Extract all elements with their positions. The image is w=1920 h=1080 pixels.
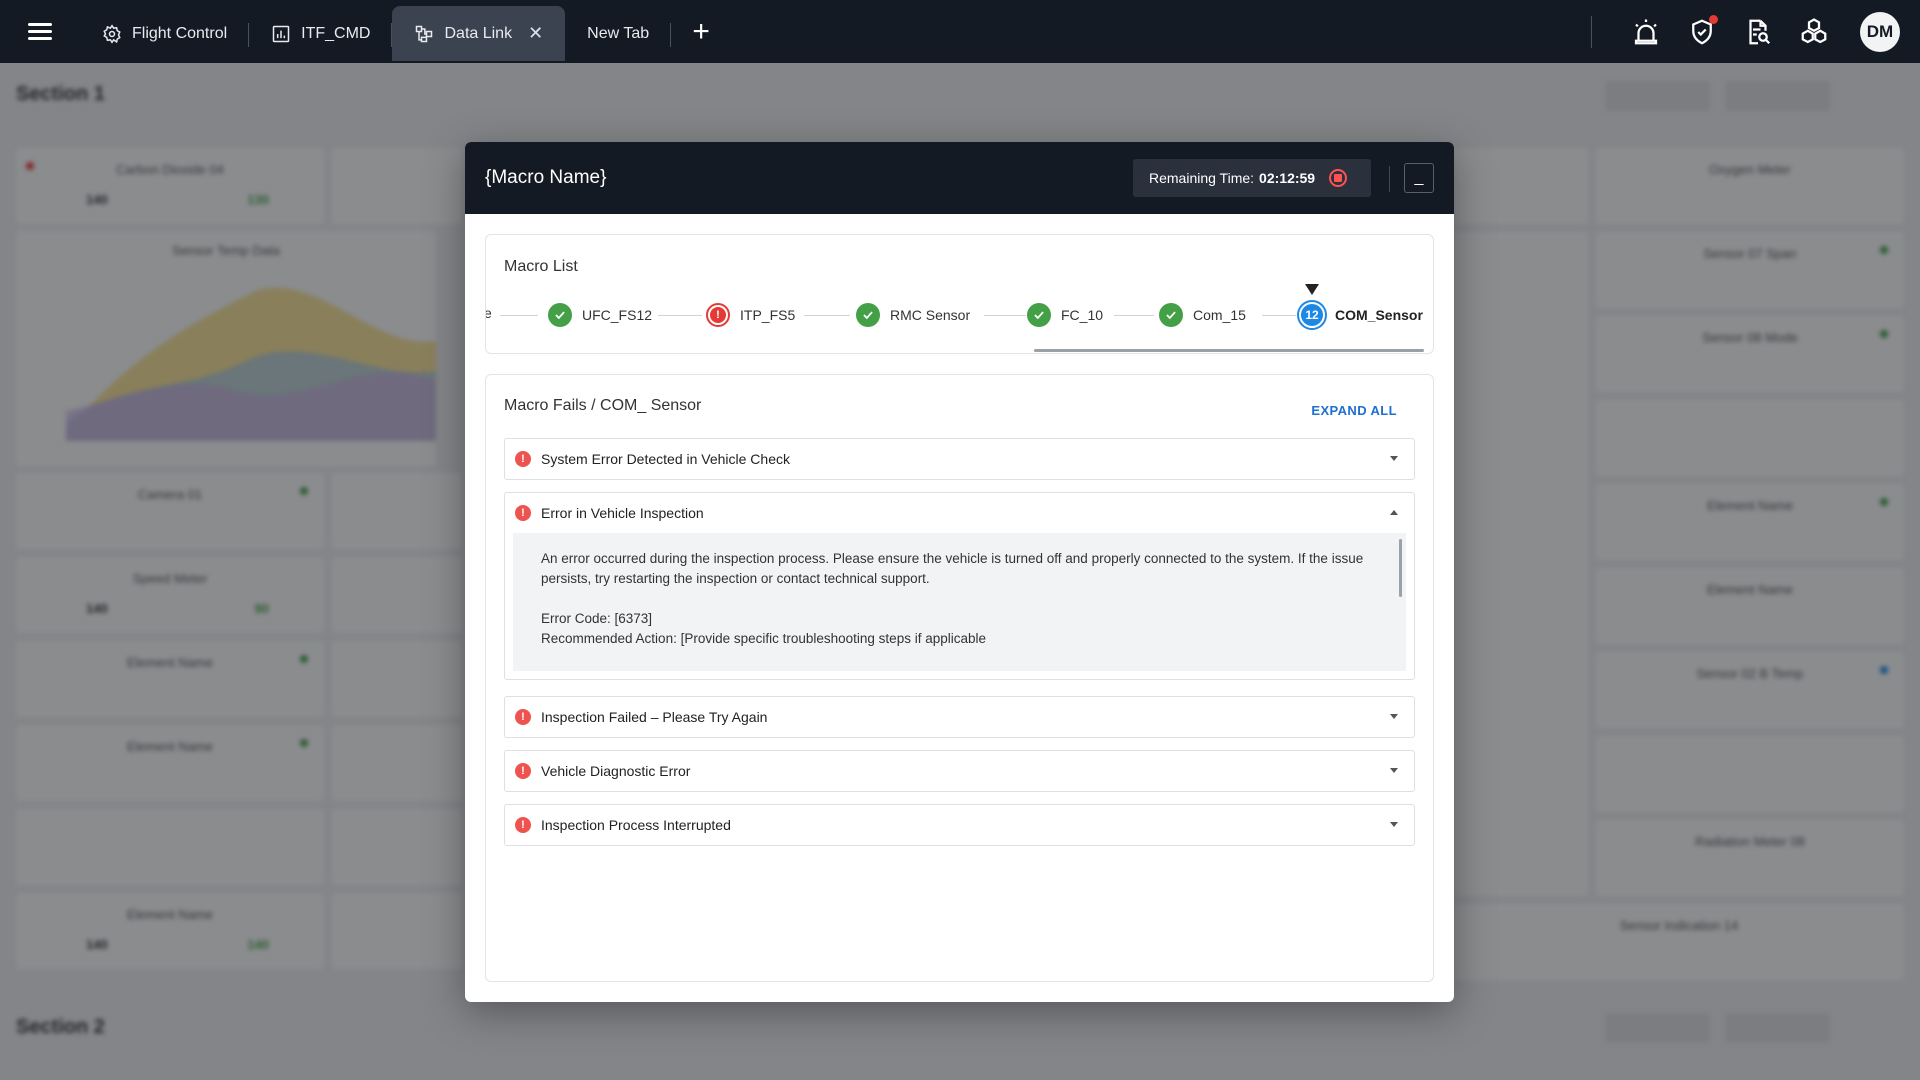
tab-label: Data Link <box>444 24 513 42</box>
accordion-header[interactable]: ! Inspection Process Interrupted <box>505 805 1414 845</box>
error-description: An error occurred during the inspection … <box>541 551 1364 586</box>
step-number-badge: 12 <box>1299 302 1325 328</box>
macro-fails-title: Macro Fails / COM_ Sensor <box>504 397 702 414</box>
tab-new-tab[interactable]: New Tab <box>565 6 672 61</box>
alarm-icon[interactable] <box>1631 17 1661 47</box>
macro-list-title: Macro List <box>504 258 578 275</box>
step-fc-10[interactable]: FC_10 <box>1027 303 1103 327</box>
error-icon: ! <box>706 303 730 327</box>
error-accordion-item[interactable]: ! Inspection Process Interrupted <box>504 804 1415 846</box>
current-step-marker-icon <box>1305 284 1319 295</box>
modal-title: {Macro Name} <box>485 167 607 188</box>
top-right-toolbar: DM <box>1591 0 1920 63</box>
avatar[interactable]: DM <box>1860 11 1900 52</box>
macro-stepper: e UFC_FS12 ! ITP_FS5 RMC Sensor FC_10 Co… <box>486 297 1433 333</box>
remaining-time: Remaining Time: 02:12:59 <box>1133 159 1371 197</box>
check-icon <box>1027 303 1051 327</box>
tab-flight-control[interactable]: Flight Control <box>80 6 250 61</box>
expand-all-button[interactable]: EXPAND ALL <box>1311 403 1397 418</box>
error-icon: ! <box>515 763 531 779</box>
accordion-header[interactable]: ! System Error Detected in Vehicle Check <box>505 439 1414 479</box>
chevron-up-icon[interactable] <box>1390 510 1398 515</box>
remaining-time-value: 02:12:59 <box>1259 170 1316 186</box>
chevron-down-icon[interactable] <box>1390 714 1398 719</box>
step-ufc-fs12[interactable]: UFC_FS12 <box>548 303 652 327</box>
gear-icon <box>103 23 121 44</box>
remaining-label: Remaining Time: <box>1149 170 1255 186</box>
step-partial: e <box>486 305 492 321</box>
chevron-down-icon[interactable] <box>1390 768 1398 773</box>
add-tab-button[interactable]: + <box>671 4 731 59</box>
cubes-icon[interactable] <box>1799 17 1829 47</box>
macro-fails-panel: Macro Fails / COM_ Sensor EXPAND ALL ! S… <box>485 374 1434 982</box>
modal-header: {Macro Name} Remaining Time: 02:12:59 _ <box>465 142 1454 214</box>
step-com-15[interactable]: Com_15 <box>1159 303 1246 327</box>
close-icon[interactable]: ✕ <box>528 23 543 44</box>
tab-label: Flight Control <box>132 24 228 42</box>
error-icon: ! <box>515 505 531 521</box>
menu-icon[interactable] <box>0 0 80 63</box>
check-icon <box>548 303 572 327</box>
chart-icon <box>272 25 290 42</box>
stop-icon[interactable] <box>1329 169 1348 187</box>
network-icon <box>416 25 433 42</box>
error-icon: ! <box>515 709 531 725</box>
tab-itf-cmd[interactable]: ITF_CMD <box>249 6 393 61</box>
check-icon <box>856 303 880 327</box>
top-bar: Flight Control ITF_CMD Data Link ✕ New T… <box>0 0 1920 63</box>
macro-list-panel: Macro List e UFC_FS12 ! ITP_FS5 RMC Sens… <box>485 234 1434 354</box>
macro-modal: {Macro Name} Remaining Time: 02:12:59 _ … <box>465 142 1454 1002</box>
tab-label: New Tab <box>587 24 650 42</box>
tab-data-link[interactable]: Data Link ✕ <box>392 6 566 61</box>
accordion-header[interactable]: ! Inspection Failed – Please Try Again <box>505 697 1414 737</box>
error-accordion-item-expanded[interactable]: ! Error in Vehicle Inspection An error o… <box>504 492 1415 680</box>
error-accordion-item[interactable]: ! Vehicle Diagnostic Error <box>504 750 1415 792</box>
chevron-down-icon[interactable] <box>1390 456 1398 461</box>
error-accordion-item[interactable]: ! Inspection Failed – Please Try Again <box>504 696 1415 738</box>
document-search-icon[interactable] <box>1743 17 1773 47</box>
tab-strip: Flight Control ITF_CMD Data Link ✕ New T… <box>80 0 731 63</box>
minimize-button[interactable]: _ <box>1404 163 1434 193</box>
stepper-scrollbar[interactable] <box>1034 349 1424 352</box>
error-code: Error Code: [6373] <box>541 611 653 626</box>
tab-label: ITF_CMD <box>301 24 371 42</box>
step-rmc-sensor[interactable]: RMC Sensor <box>856 303 970 327</box>
error-icon: ! <box>515 817 531 833</box>
accordion-header[interactable]: ! Vehicle Diagnostic Error <box>505 751 1414 791</box>
error-details: An error occurred during the inspection … <box>513 533 1406 671</box>
shield-alert-icon[interactable] <box>1687 14 1718 47</box>
recommended-action: Recommended Action: [Provide specific tr… <box>541 631 986 646</box>
error-accordion-item[interactable]: ! System Error Detected in Vehicle Check <box>504 438 1415 480</box>
accordion-header[interactable]: ! Error in Vehicle Inspection <box>505 493 1414 533</box>
error-icon: ! <box>515 451 531 467</box>
check-icon <box>1159 303 1183 327</box>
details-scrollbar[interactable] <box>1399 539 1402 597</box>
step-com-sensor[interactable]: 12 COM_Sensor <box>1299 302 1423 328</box>
step-itp-fs5[interactable]: ! ITP_FS5 <box>706 303 795 327</box>
chevron-down-icon[interactable] <box>1390 822 1398 827</box>
